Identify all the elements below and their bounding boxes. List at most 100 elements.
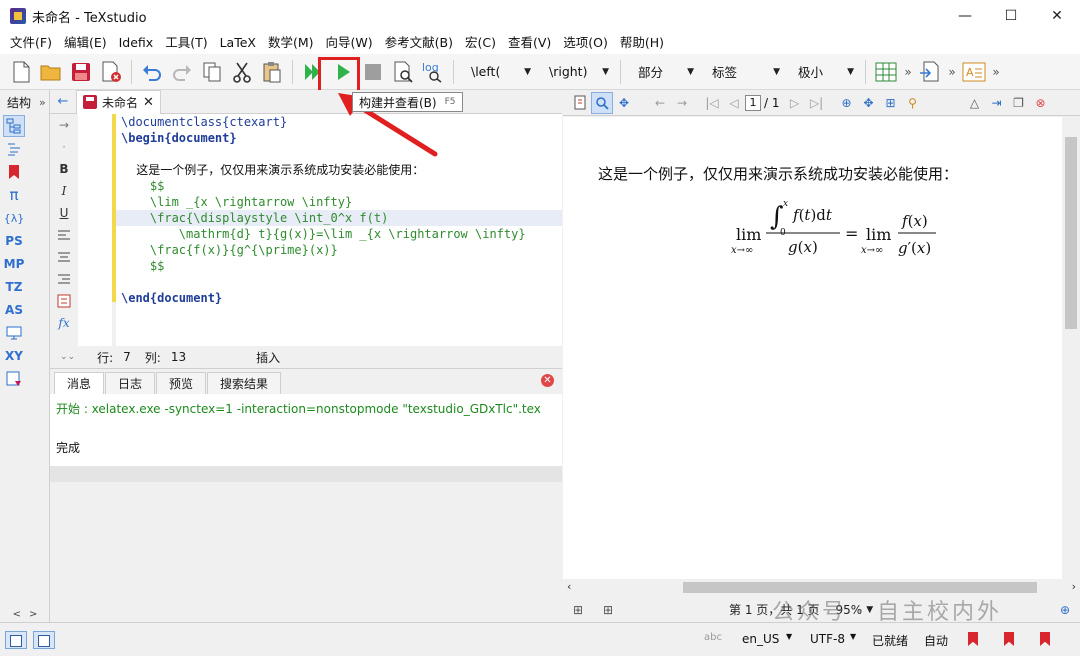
- menu-latex[interactable]: LaTeX: [214, 32, 262, 54]
- dock-icon[interactable]: ⇥: [986, 92, 1008, 114]
- encoding-selector[interactable]: UTF-8: [810, 632, 845, 646]
- xypic-icon[interactable]: XY: [3, 345, 25, 367]
- function-icon[interactable]: fx: [50, 312, 78, 334]
- messages-scrollbar[interactable]: [50, 466, 562, 482]
- close-button[interactable]: ✕: [1034, 0, 1080, 32]
- stop-button[interactable]: [358, 57, 388, 87]
- spellcheck-icon[interactable]: abc: [704, 632, 722, 643]
- auto-mode[interactable]: 自动: [924, 632, 948, 649]
- pan-tool-icon[interactable]: ✥: [613, 92, 635, 114]
- italic-icon[interactable]: I: [50, 180, 78, 202]
- copy-button[interactable]: [197, 57, 227, 87]
- scroll-right-icon[interactable]: ›: [1072, 580, 1076, 593]
- window-toggle-icon[interactable]: ❐: [1008, 92, 1030, 114]
- right-delimiter-combo[interactable]: \right) ▼: [537, 59, 615, 85]
- viewer-vertical-scrollbar[interactable]: [1062, 117, 1080, 579]
- pi-symbols-icon[interactable]: π: [3, 184, 25, 206]
- template-icon[interactable]: [3, 368, 25, 390]
- language-selector[interactable]: en_US: [742, 632, 779, 646]
- close-viewer-icon[interactable]: ⊗: [1030, 92, 1052, 114]
- menu-wizards[interactable]: 向导(W): [320, 32, 379, 54]
- page-number-input[interactable]: 1: [745, 94, 761, 111]
- outline-icon[interactable]: [3, 138, 25, 160]
- menu-macros[interactable]: 宏(C): [459, 32, 502, 54]
- metapost-icon[interactable]: MP: [3, 253, 25, 275]
- insert-block-icon[interactable]: [50, 290, 78, 312]
- menu-idefix[interactable]: Idefix: [113, 32, 160, 54]
- collapse-icon[interactable]: ⌄⌄: [60, 352, 75, 362]
- maximize-button[interactable]: ☐: [988, 0, 1034, 32]
- close-tab-icon[interactable]: ✕: [143, 95, 154, 110]
- menu-tools[interactable]: 工具(T): [159, 32, 213, 54]
- label-combo[interactable]: 标签 ▼: [700, 59, 786, 85]
- pdf-page[interactable]: 这是一个例子，仅仅用来演示系统成功安装必能使用： lim x→∞ ∫ x 0 f…: [563, 117, 1062, 579]
- scroll-thumb[interactable]: [683, 582, 1037, 593]
- bookmark-icon[interactable]: [1040, 632, 1050, 646]
- scroll-right-icon[interactable]: >: [29, 609, 37, 620]
- monitor-icon[interactable]: [3, 322, 25, 344]
- toolbar-overflow-icon[interactable]: »: [901, 65, 915, 79]
- braces-icon[interactable]: {λ}: [3, 207, 25, 229]
- menu-help[interactable]: 帮助(H): [614, 32, 670, 54]
- tab-preview[interactable]: 预览: [156, 372, 207, 394]
- tab-search-results[interactable]: 搜索结果: [207, 372, 282, 394]
- toggle-messages-icon[interactable]: [33, 631, 55, 649]
- menu-math[interactable]: 数学(M): [262, 32, 320, 54]
- left-delimiter-combo[interactable]: \left(▼: [459, 59, 537, 85]
- redo-button[interactable]: [167, 57, 197, 87]
- collapse-up-icon[interactable]: △: [964, 92, 986, 114]
- fit-page-icon[interactable]: ⊞: [880, 92, 902, 114]
- undo-button[interactable]: [137, 57, 167, 87]
- toolbar-overflow-icon[interactable]: »: [945, 65, 959, 79]
- save-button[interactable]: [66, 57, 96, 87]
- toolbar-overflow-icon[interactable]: »: [989, 65, 1003, 79]
- last-page-icon[interactable]: ▷|: [806, 92, 828, 114]
- previous-page-icon[interactable]: ◁: [723, 92, 745, 114]
- toggle-structure-icon[interactable]: [5, 631, 27, 649]
- forward-arrow-icon[interactable]: →: [671, 92, 693, 114]
- structure-tree-icon[interactable]: [3, 115, 25, 137]
- sync-to-source-icon[interactable]: ⊞: [567, 599, 589, 621]
- close-file-button[interactable]: [96, 57, 126, 87]
- close-panel-icon[interactable]: ✕: [541, 374, 554, 387]
- scroll-thumb[interactable]: [1065, 137, 1077, 329]
- fit-width-icon[interactable]: ✥: [858, 92, 880, 114]
- open-file-button[interactable]: [36, 57, 66, 87]
- back-arrow-icon[interactable]: ←: [50, 94, 76, 109]
- indent-arrow-icon[interactable]: →: [50, 114, 78, 136]
- underline-icon[interactable]: U: [50, 202, 78, 224]
- menu-view[interactable]: 查看(V): [502, 32, 557, 54]
- sync-icon[interactable]: [569, 92, 591, 114]
- bold-icon[interactable]: B: [50, 158, 78, 180]
- zoom-in-icon[interactable]: ⊕: [836, 92, 858, 114]
- scroll-left-icon[interactable]: <: [13, 609, 21, 620]
- section-combo[interactable]: 部分 ▼: [626, 59, 700, 85]
- view-log-button[interactable]: log: [418, 57, 448, 87]
- paste-button[interactable]: [257, 57, 287, 87]
- asymptote-icon[interactable]: AS: [3, 299, 25, 321]
- bullet-dot-icon[interactable]: ·: [50, 136, 78, 158]
- pstricks-icon[interactable]: PS: [3, 230, 25, 252]
- menu-file[interactable]: 文件(F): [4, 32, 58, 54]
- menu-bibliography[interactable]: 参考文献(B): [379, 32, 459, 54]
- format-button[interactable]: A: [959, 57, 989, 87]
- zoom-in-icon[interactable]: ⊕: [1054, 599, 1076, 621]
- menu-options[interactable]: 选项(O): [557, 32, 614, 54]
- scroll-left-icon[interactable]: ‹: [567, 580, 571, 593]
- view-pdf-button[interactable]: [388, 57, 418, 87]
- insert-button[interactable]: [915, 57, 945, 87]
- tab-untitled[interactable]: 未命名 ✕: [76, 89, 161, 114]
- align-center-icon[interactable]: [50, 246, 78, 268]
- chevron-down-icon[interactable]: ▼: [786, 632, 792, 641]
- chevron-down-icon[interactable]: ▼: [850, 632, 856, 641]
- menu-edit[interactable]: 编辑(E): [58, 32, 113, 54]
- next-page-icon[interactable]: ▷: [784, 92, 806, 114]
- magnifier-tool-icon[interactable]: [591, 91, 613, 114]
- align-right-icon[interactable]: [50, 268, 78, 290]
- tikz-icon[interactable]: TZ: [3, 276, 25, 298]
- minimize-button[interactable]: —: [942, 0, 988, 32]
- table-button[interactable]: [871, 57, 901, 87]
- bookmark-icon[interactable]: [1004, 632, 1014, 646]
- tab-log[interactable]: 日志: [105, 372, 156, 394]
- new-file-button[interactable]: [6, 57, 36, 87]
